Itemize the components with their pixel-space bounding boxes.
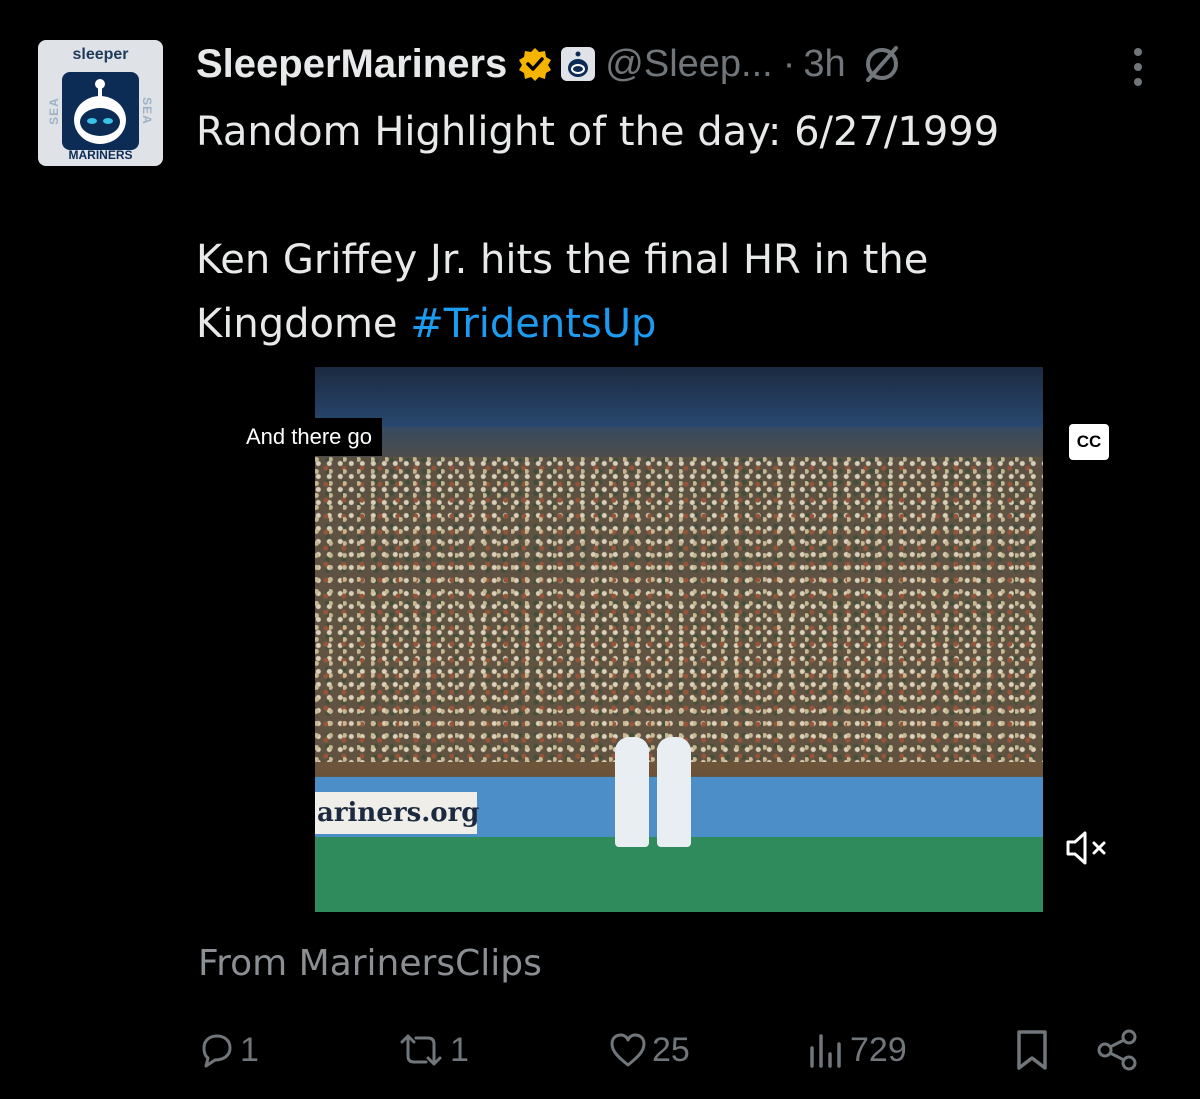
like-button[interactable]: 25 [608, 1025, 690, 1075]
avatar-side-left: SEA [46, 97, 61, 125]
repost-button[interactable]: 1 [396, 1025, 469, 1075]
reply-button[interactable]: 1 [196, 1025, 259, 1075]
muted-speaker-icon[interactable] [1064, 828, 1110, 868]
affiliate-badge-icon[interactable] [561, 47, 596, 81]
video-subtitle: And there go [236, 418, 382, 456]
repost-count: 1 [450, 1030, 469, 1069]
video-player-figure [657, 737, 691, 847]
like-count: 25 [652, 1030, 690, 1069]
reply-count: 1 [240, 1030, 259, 1069]
bookmark-button[interactable] [1014, 1025, 1050, 1075]
share-button[interactable] [1096, 1025, 1140, 1075]
share-icon [1097, 1029, 1137, 1071]
separator-dot: · [782, 42, 796, 85]
avatar-brand-text: sleeper [72, 46, 129, 63]
user-handle[interactable]: @Sleep... [605, 43, 772, 86]
video-scene-roof [315, 367, 1043, 427]
repost-icon [400, 1034, 442, 1066]
tweet-text: Random Highlight of the day: 6/27/1999 K… [196, 100, 1096, 356]
video-player[interactable]: ariners.org [315, 367, 1043, 912]
video-scene-crowd [315, 457, 1043, 762]
views-count: 729 [850, 1030, 907, 1069]
video-source-link[interactable]: From MarinersClips [198, 943, 542, 984]
timestamp[interactable]: 3h [803, 43, 845, 86]
more-options-icon[interactable] [1128, 45, 1148, 89]
action-bar: 1 1 25 729 [196, 1025, 1146, 1075]
tweet-text-line2: Ken Griffey Jr. hits the final HR in the… [196, 228, 1096, 356]
views-button[interactable]: 729 [806, 1025, 907, 1075]
video-adboard: ariners.org [315, 792, 479, 834]
verified-badge-icon[interactable] [517, 46, 553, 82]
bookmark-icon [1017, 1030, 1047, 1070]
avatar-side-right: SEA [140, 97, 155, 125]
closed-captions-button[interactable]: CC [1069, 424, 1109, 460]
video-scene-field [315, 837, 1043, 912]
tweet-text-line1: Random Highlight of the day: 6/27/1999 [196, 109, 1000, 155]
display-name[interactable]: SleeperMariners [196, 42, 507, 87]
hashtag-link[interactable]: #TridentsUp [410, 301, 656, 347]
heart-icon [610, 1033, 646, 1067]
reply-icon [202, 1034, 232, 1068]
avatar[interactable]: sleeper SEA SEA MARINERS [38, 40, 163, 166]
video-player-figure [615, 737, 649, 847]
avatar-team-text: MARINERS [68, 148, 133, 162]
tweet-header: SleeperMariners @Sleep... · 3h [196, 38, 902, 90]
restricted-reply-icon [865, 46, 898, 82]
sleeper-logo-icon [62, 72, 139, 150]
views-chart-icon [810, 1034, 841, 1068]
